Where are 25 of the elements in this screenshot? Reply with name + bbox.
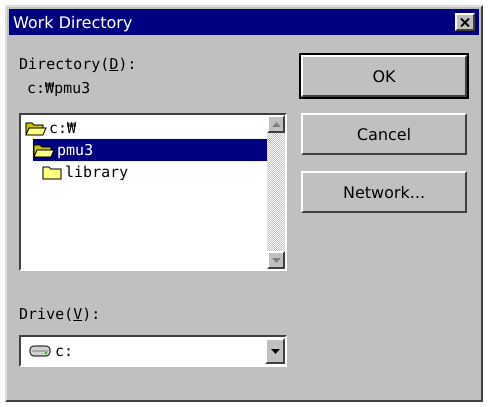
folder-item[interactable]: library <box>41 161 132 183</box>
folder-list[interactable]: c:₩ pmu3 library <box>19 113 287 271</box>
up-triangle-icon <box>272 122 280 126</box>
directory-label: Directory(D): <box>19 55 136 73</box>
dialog-button[interactable]: OK <box>301 55 467 97</box>
folder-icon <box>41 164 63 180</box>
close-icon <box>460 18 470 26</box>
drive-label: Drive(V): <box>19 305 100 323</box>
down-triangle-icon <box>270 348 280 354</box>
open-folder-icon <box>25 120 47 136</box>
window-title: Work Directory <box>13 12 132 32</box>
close-button[interactable] <box>455 13 475 31</box>
scroll-up-button[interactable] <box>267 115 285 133</box>
dialog-button[interactable]: Network... <box>301 171 467 213</box>
scroll-down-button[interactable] <box>267 251 285 269</box>
scrollbar[interactable] <box>267 115 285 269</box>
drive-dropdown[interactable]: c: <box>19 335 287 367</box>
open-folder-icon <box>33 142 55 158</box>
dialog-button[interactable]: Cancel <box>301 113 467 155</box>
folder-item[interactable]: pmu3 <box>33 139 267 161</box>
drive-icon <box>29 345 51 357</box>
dropdown-arrow-button[interactable] <box>265 338 285 364</box>
current-path: c:₩pmu3 <box>27 79 90 97</box>
folder-item[interactable]: c:₩ <box>25 117 80 139</box>
down-triangle-icon <box>272 258 280 262</box>
